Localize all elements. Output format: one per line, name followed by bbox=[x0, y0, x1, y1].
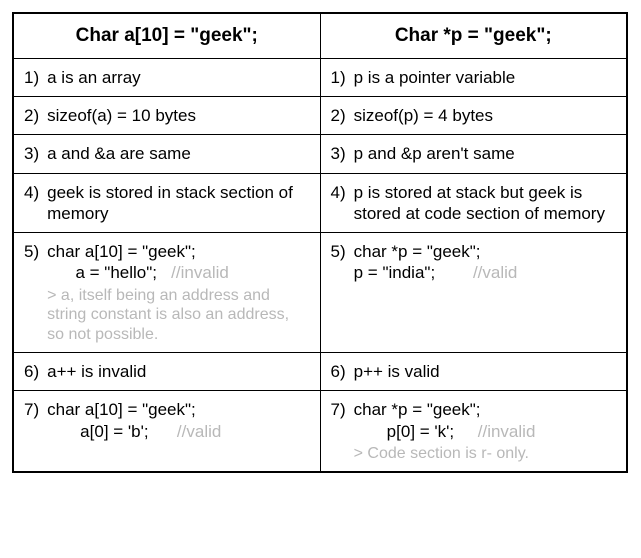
row-body: char *p = "geek"; p = "india"; //valid bbox=[354, 241, 616, 284]
code-text: p = "india"; bbox=[354, 263, 436, 282]
row-number: 2) bbox=[331, 105, 346, 126]
row-body: char a[10] = "geek"; a = "hello"; //inva… bbox=[47, 241, 309, 344]
cell-left: 3) a and &a are same bbox=[14, 135, 321, 172]
table-row: 7) char a[10] = "geek"; a[0] = 'b'; //va… bbox=[14, 390, 626, 471]
row-text: p is stored at stack but geek is stored … bbox=[354, 182, 616, 225]
row-number: 6) bbox=[24, 361, 39, 382]
table-row: 2) sizeof(a) = 10 bytes 2) sizeof(p) = 4… bbox=[14, 96, 626, 134]
table-row: 3) a and &a are same 3) p and &p aren't … bbox=[14, 134, 626, 172]
cell-left: 1) a is an array bbox=[14, 59, 321, 96]
code-comment: //invalid bbox=[157, 263, 229, 282]
explanation-note: > Code section is r- only. bbox=[354, 444, 616, 464]
row-body: char *p = "geek"; p[0] = 'k'; //invalid … bbox=[354, 399, 616, 463]
cell-right: 2) sizeof(p) = 4 bytes bbox=[321, 97, 627, 134]
code-line: p = "india"; //valid bbox=[354, 262, 616, 283]
row-number: 4) bbox=[331, 182, 346, 225]
row-number: 5) bbox=[331, 241, 346, 284]
row-body: char a[10] = "geek"; a[0] = 'b'; //valid bbox=[47, 399, 309, 442]
cell-right: 1) p is a pointer variable bbox=[321, 59, 627, 96]
row-text: sizeof(p) = 4 bytes bbox=[354, 105, 616, 126]
code-line: char *p = "geek"; bbox=[354, 399, 616, 420]
row-number: 5) bbox=[24, 241, 39, 344]
code-line: a = "hello"; //invalid bbox=[47, 262, 309, 283]
table-row: 4) geek is stored in stack section of me… bbox=[14, 173, 626, 233]
row-number: 6) bbox=[331, 361, 346, 382]
row-number: 4) bbox=[24, 182, 39, 225]
code-text: p[0] = 'k'; bbox=[354, 422, 455, 441]
row-number: 1) bbox=[24, 67, 39, 88]
header-right: Char *p = "geek"; bbox=[321, 14, 627, 58]
code-line: a[0] = 'b'; //valid bbox=[47, 421, 309, 442]
row-number: 3) bbox=[331, 143, 346, 164]
row-text: a is an array bbox=[47, 67, 309, 88]
cell-right: 4) p is stored at stack but geek is stor… bbox=[321, 174, 627, 233]
cell-right: 3) p and &p aren't same bbox=[321, 135, 627, 172]
row-text: p and &p aren't same bbox=[354, 143, 616, 164]
comparison-table: Char a[10] = "geek"; Char *p = "geek"; 1… bbox=[12, 12, 628, 473]
code-comment: //valid bbox=[149, 422, 222, 441]
cell-right: 6) p++ is valid bbox=[321, 353, 627, 390]
row-number: 1) bbox=[331, 67, 346, 88]
code-comment: //invalid bbox=[454, 422, 535, 441]
code-line: p[0] = 'k'; //invalid bbox=[354, 421, 616, 442]
cell-left: 6) a++ is invalid bbox=[14, 353, 321, 390]
table-row: 1) a is an array 1) p is a pointer varia… bbox=[14, 58, 626, 96]
cell-left: 7) char a[10] = "geek"; a[0] = 'b'; //va… bbox=[14, 391, 321, 471]
table-row: 5) char a[10] = "geek"; a = "hello"; //i… bbox=[14, 232, 626, 352]
code-text: a = "hello"; bbox=[47, 263, 157, 282]
row-text: p++ is valid bbox=[354, 361, 616, 382]
row-text: p is a pointer variable bbox=[354, 67, 616, 88]
row-text: sizeof(a) = 10 bytes bbox=[47, 105, 309, 126]
row-number: 7) bbox=[24, 399, 39, 442]
table-row: 6) a++ is invalid 6) p++ is valid bbox=[14, 352, 626, 390]
cell-left: 2) sizeof(a) = 10 bytes bbox=[14, 97, 321, 134]
explanation-note: > a, itself being an address and string … bbox=[47, 286, 309, 345]
row-text: a++ is invalid bbox=[47, 361, 309, 382]
cell-left: 5) char a[10] = "geek"; a = "hello"; //i… bbox=[14, 233, 321, 352]
code-text: a[0] = 'b'; bbox=[47, 422, 148, 441]
code-line: char a[10] = "geek"; bbox=[47, 241, 309, 262]
row-text: a and &a are same bbox=[47, 143, 309, 164]
cell-left: 4) geek is stored in stack section of me… bbox=[14, 174, 321, 233]
cell-right: 5) char *p = "geek"; p = "india"; //vali… bbox=[321, 233, 627, 352]
header-left: Char a[10] = "geek"; bbox=[14, 14, 321, 58]
row-number: 7) bbox=[331, 399, 346, 463]
code-line: char *p = "geek"; bbox=[354, 241, 616, 262]
row-number: 2) bbox=[24, 105, 39, 126]
cell-right: 7) char *p = "geek"; p[0] = 'k'; //inval… bbox=[321, 391, 627, 471]
code-line: char a[10] = "geek"; bbox=[47, 399, 309, 420]
row-number: 3) bbox=[24, 143, 39, 164]
header-row: Char a[10] = "geek"; Char *p = "geek"; bbox=[14, 14, 626, 58]
code-comment: //valid bbox=[435, 263, 517, 282]
row-text: geek is stored in stack section of memor… bbox=[47, 182, 309, 225]
